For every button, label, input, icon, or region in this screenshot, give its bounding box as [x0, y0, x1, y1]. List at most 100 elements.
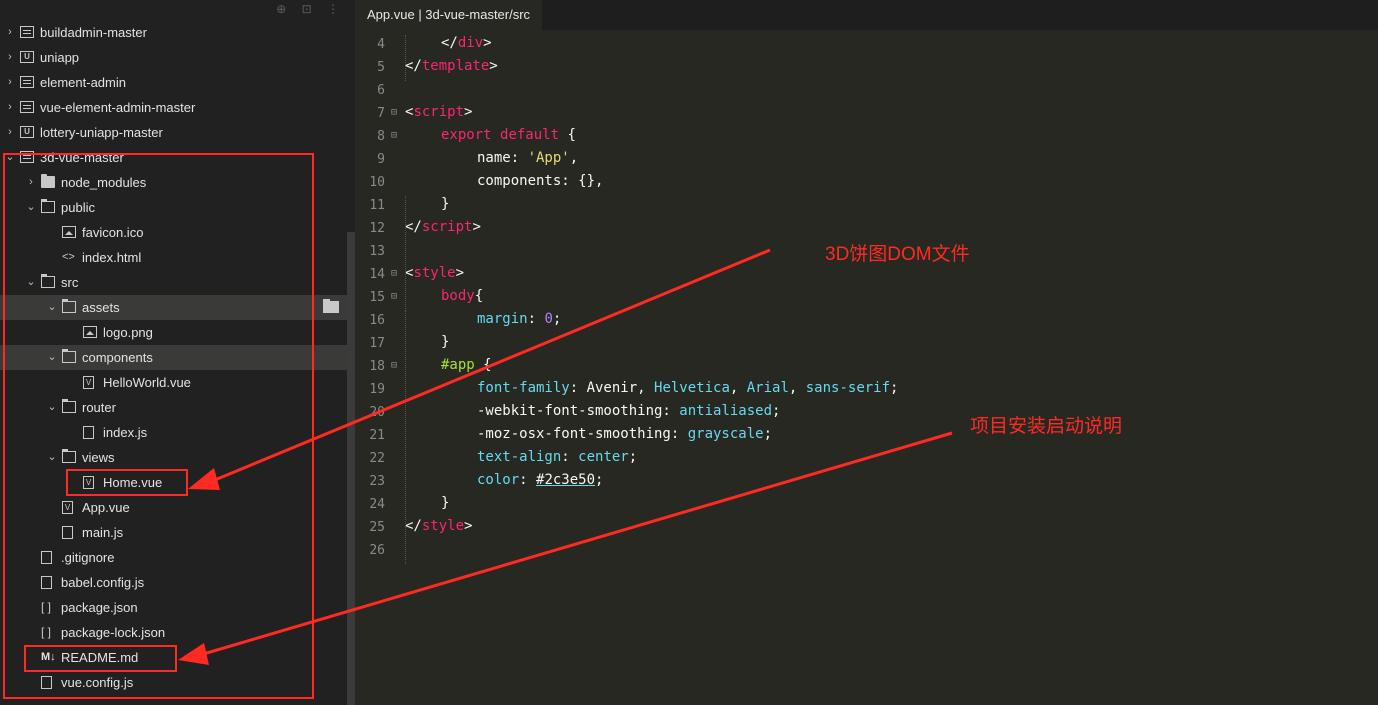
code-token: style: [413, 265, 456, 281]
tree-item-buildadmin-master[interactable]: › buildadmin-master: [0, 20, 347, 45]
code-token: ;: [763, 426, 773, 442]
code-token: >: [455, 265, 465, 281]
line-number: 18: [369, 359, 385, 374]
code-token: default: [500, 127, 560, 143]
code-token: :: [527, 311, 545, 327]
code-editor[interactable]: 4 </div> 5 </template> 6 7 ⊟ <script> 8 ⊟ export d…: [355, 30, 1378, 705]
line-number: 5: [377, 60, 385, 75]
highlight-box-home-vue: [66, 469, 188, 496]
code-line[interactable]: name: 'App',: [477, 150, 578, 166]
code-token: -webkit-font-smoothing:: [477, 403, 680, 419]
chevron-right-icon[interactable]: ›: [4, 95, 16, 120]
chevron-right-icon[interactable]: ›: [4, 20, 16, 45]
code-token: #app: [441, 357, 475, 373]
uniapp-icon: U: [20, 126, 34, 138]
annotation-readme-description: 项目安装启动说明: [970, 416, 1123, 437]
fold-icon[interactable]: ⊟: [391, 360, 397, 371]
code-token: {: [559, 127, 576, 143]
code-line[interactable]: </script>: [405, 219, 481, 235]
code-line[interactable]: text-align: center;: [477, 449, 637, 465]
chevron-right-icon[interactable]: ›: [4, 45, 16, 70]
code-line[interactable]: </template>: [405, 58, 498, 74]
code-line[interactable]: color: #2c3e50;: [477, 472, 603, 488]
chevron-right-icon[interactable]: ›: [4, 70, 16, 95]
line-number: 9: [377, 152, 385, 167]
tree-item-vue-element-admin-master[interactable]: › vue-element-admin-master: [0, 95, 347, 120]
code-token: font-family: [477, 380, 570, 396]
code-line[interactable]: <style>: [405, 265, 464, 281]
line-number: 4: [377, 37, 385, 52]
annotation-pie-dom-file: 3D饼图DOM文件: [825, 244, 970, 265]
tree-item-lottery-uniapp-master[interactable]: › Ulottery-uniapp-master: [0, 120, 347, 145]
code-token: }: [441, 334, 450, 350]
tree-item-uniapp[interactable]: › Uuniapp: [0, 45, 347, 70]
code-token: name:: [477, 150, 528, 166]
code-token: ;: [628, 449, 638, 465]
code-token: ,: [569, 150, 579, 166]
code-token: :: [561, 449, 579, 465]
code-token: 0: [544, 311, 553, 327]
line-number: 14: [369, 267, 385, 282]
code-token: #2c3e50: [536, 472, 596, 488]
fold-icon[interactable]: ⊟: [391, 291, 397, 302]
code-token: export: [441, 127, 492, 143]
code-line[interactable]: components: {},: [477, 173, 603, 189]
tree-item-label: buildadmin-master: [40, 25, 147, 40]
code-token: ;: [890, 380, 899, 396]
tree-item-label: uniapp: [40, 50, 80, 65]
chevron-right-icon[interactable]: ›: [4, 120, 16, 145]
code-token: center: [578, 449, 629, 465]
line-number: 15: [369, 290, 385, 305]
code-token: {: [474, 288, 484, 304]
code-token: script: [413, 104, 465, 120]
code-token: Arial: [746, 380, 789, 396]
code-line[interactable]: }: [441, 334, 449, 350]
code-line[interactable]: </style>: [405, 518, 472, 534]
code-token: sans-serif: [805, 380, 891, 396]
code-line[interactable]: <script>: [405, 104, 472, 120]
sidebar-header-icons[interactable]: ⊕ ⊡ ⋮: [276, 2, 345, 16]
code-line[interactable]: #app {: [441, 357, 492, 373]
code-token: template: [421, 58, 490, 74]
indent-guide: [405, 196, 406, 311]
tab-app-vue[interactable]: App.vue | 3d-vue-master/src: [355, 0, 543, 30]
editor-tab-bar: App.vue | 3d-vue-master/src: [355, 0, 1378, 30]
code-token: script: [421, 219, 473, 235]
line-number: 26: [369, 543, 385, 558]
line-number: 7: [377, 106, 385, 121]
code-line[interactable]: -moz-osx-font-smoothing: grayscale;: [477, 426, 772, 442]
code-token: </: [405, 518, 422, 534]
code-token: body: [441, 288, 475, 304]
line-number: 8: [377, 129, 385, 144]
highlight-box-readme: [24, 645, 177, 672]
code-line[interactable]: margin: 0;: [477, 311, 561, 327]
code-token: }: [441, 495, 450, 511]
uniapp-icon: U: [20, 51, 34, 63]
tab-title: App.vue | 3d-vue-master/src: [367, 7, 531, 22]
code-token: >: [464, 104, 473, 120]
code-token: text-align: [477, 449, 562, 465]
fold-icon[interactable]: ⊟: [391, 130, 397, 141]
fold-icon[interactable]: ⊟: [391, 268, 397, 279]
code-token: antialiased: [679, 403, 773, 419]
code-line[interactable]: body{: [441, 288, 483, 304]
line-number: 19: [369, 382, 385, 397]
code-line[interactable]: font-family: Avenir, Helvetica, Arial, s…: [477, 380, 898, 396]
folder-icon[interactable]: [323, 299, 339, 313]
code-line[interactable]: </div>: [441, 35, 492, 51]
sidebar-scrollbar[interactable]: [347, 232, 355, 705]
code-line[interactable]: -webkit-font-smoothing: antialiased;: [477, 403, 780, 419]
line-number: 25: [369, 520, 385, 535]
code-line[interactable]: export default {: [441, 127, 576, 143]
line-number: 6: [377, 83, 385, 98]
code-token: components: {},: [477, 173, 604, 189]
line-number: 21: [369, 428, 385, 443]
indent-guide: [405, 35, 406, 81]
tree-item-element-admin[interactable]: › element-admin: [0, 70, 347, 95]
indent-guide: [405, 311, 406, 564]
code-line[interactable]: }: [441, 196, 449, 212]
code-token: ,: [788, 380, 806, 396]
code-line[interactable]: }: [441, 495, 449, 511]
fold-icon[interactable]: ⊟: [391, 107, 397, 118]
code-token: ;: [595, 472, 604, 488]
